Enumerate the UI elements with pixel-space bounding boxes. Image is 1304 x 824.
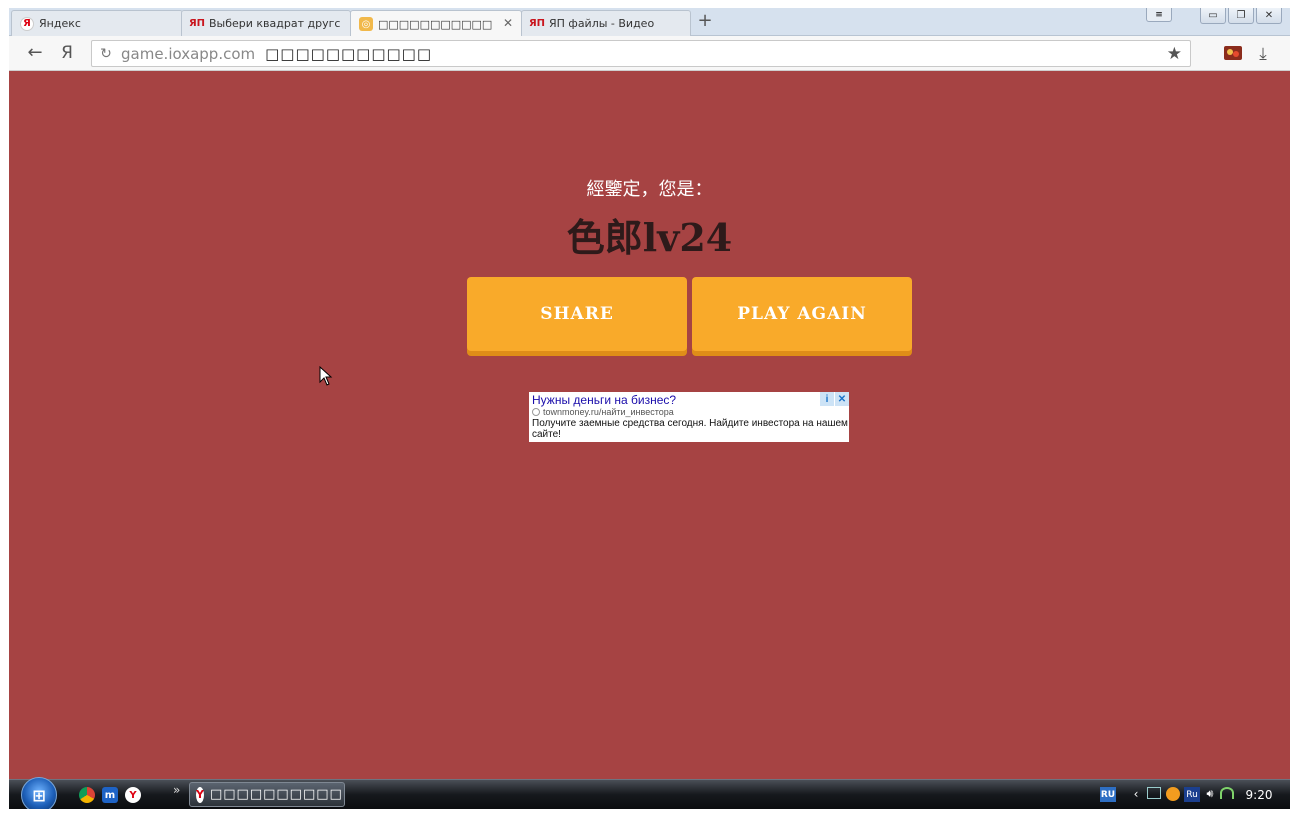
browser-toolbar: ← Я ↻ game.ioxapp.com □□□□□□□□□□□ ★ ⤓ (9, 36, 1290, 71)
play-again-button[interactable]: PLAY AGAIN (692, 277, 912, 351)
globe-icon (532, 408, 540, 416)
tab-choose-square[interactable]: ЯП Выбери квадрат другс (181, 10, 351, 36)
ad-info-icon[interactable]: i (820, 392, 834, 406)
address-host: game.ioxapp.com (121, 44, 256, 63)
tab-label: □□□□□□□□□□□ (378, 17, 493, 31)
system-clock[interactable]: 9:20 (1239, 788, 1279, 802)
speaker-icon[interactable]: 🔊︎ (1203, 787, 1217, 801)
ru-keyboard-icon[interactable]: Ru (1184, 787, 1200, 802)
tab-label: Яндекс (39, 17, 81, 30)
quicklaunch-more-icon[interactable]: » (173, 783, 180, 797)
game-page: 經鑒定，您是： 色郎lv24 SHARE PLAY AGAIN Нужны де… (9, 71, 1290, 779)
result-label: 經鑒定，您是： (586, 179, 713, 200)
tab-yap-files[interactable]: ЯП ЯП файлы - Видео (521, 10, 691, 36)
network-window-icon[interactable] (1147, 787, 1161, 799)
browser-window: Я Яндекс ЯП Выбери квадрат другс ◎ □□□□□… (9, 8, 1290, 809)
reload-icon[interactable]: ↻ (95, 46, 117, 62)
address-bar[interactable]: ↻ game.ioxapp.com □□□□□□□□□□□ ★ (91, 40, 1191, 67)
address-page-title: □□□□□□□□□□□ (265, 44, 433, 63)
start-button[interactable]: ⊞ (21, 777, 57, 809)
yap-icon: ЯП (528, 18, 546, 29)
tray-expand-icon[interactable]: ‹ (1131, 787, 1141, 801)
language-indicator[interactable]: RU (1100, 787, 1116, 802)
back-arrow-icon[interactable]: ← (25, 43, 45, 63)
tab-label: ЯП файлы - Видео (549, 17, 655, 30)
maxthon-icon[interactable]: Rum (102, 787, 118, 803)
ad-url: townmoney.ru/найти_инвестора (532, 407, 674, 417)
taskbar-window-button[interactable]: Y □□□□□□□□□□... (189, 782, 345, 807)
yandex-browser-icon[interactable]: Y (125, 787, 141, 803)
yandex-icon: Я (20, 16, 34, 31)
ad-controls: i ✕ (820, 392, 849, 406)
tab-strip: Я Яндекс ЯП Выбери квадрат другс ◎ □□□□□… (9, 8, 1290, 37)
tab-game[interactable]: ◎ □□□□□□□□□□□ ✕ (350, 10, 522, 37)
result-title: 色郎lv24 (566, 215, 733, 260)
ad-close-icon[interactable]: ✕ (835, 392, 849, 406)
tab-label: Выбери квадрат другс (209, 17, 341, 30)
yandex-browser-icon: Y (196, 786, 204, 803)
tab-yandex[interactable]: Я Яндекс (11, 10, 183, 36)
ad-body: Получите заемные средства сегодня. Найди… (532, 418, 848, 440)
window-controls: ▭ ❐ ✕ (1200, 8, 1282, 24)
windows-taskbar: ⊞ Rum Y » Y □□□□□□□□□□... RU ‹ Ru 🔊︎ 9:2… (9, 777, 1290, 809)
browser-menu-icon[interactable]: ≡ (1146, 8, 1172, 22)
new-tab-button[interactable]: + (696, 11, 714, 31)
restore-icon[interactable]: ❐ (1228, 8, 1254, 24)
ad-headline[interactable]: Нужны деньги на бизнес? (532, 393, 676, 407)
chrome-icon[interactable] (79, 787, 95, 803)
ad-banner[interactable]: Нужны деньги на бизнес? townmoney.ru/най… (529, 392, 849, 442)
taskbar-window-label: □□□□□□□□□□... (209, 787, 345, 802)
mouse-cursor-icon (319, 366, 333, 386)
close-tab-icon[interactable]: ✕ (503, 16, 513, 30)
game-icon: ◎ (359, 17, 373, 31)
share-button[interactable]: SHARE (467, 277, 687, 351)
network-status-icon[interactable] (1220, 787, 1234, 799)
minimize-icon[interactable]: ▭ (1200, 8, 1226, 24)
yap-icon: ЯП (188, 18, 206, 29)
bookmark-star-icon[interactable]: ★ (1167, 44, 1182, 64)
tray-app-icon[interactable] (1166, 787, 1180, 801)
ad-url-text: townmoney.ru/найти_инвестора (543, 407, 674, 417)
close-window-icon[interactable]: ✕ (1256, 8, 1282, 24)
extension-icon[interactable] (1223, 44, 1243, 62)
yandex-logo-icon[interactable]: Я (57, 43, 77, 63)
download-icon[interactable]: ⤓ (1253, 44, 1273, 64)
